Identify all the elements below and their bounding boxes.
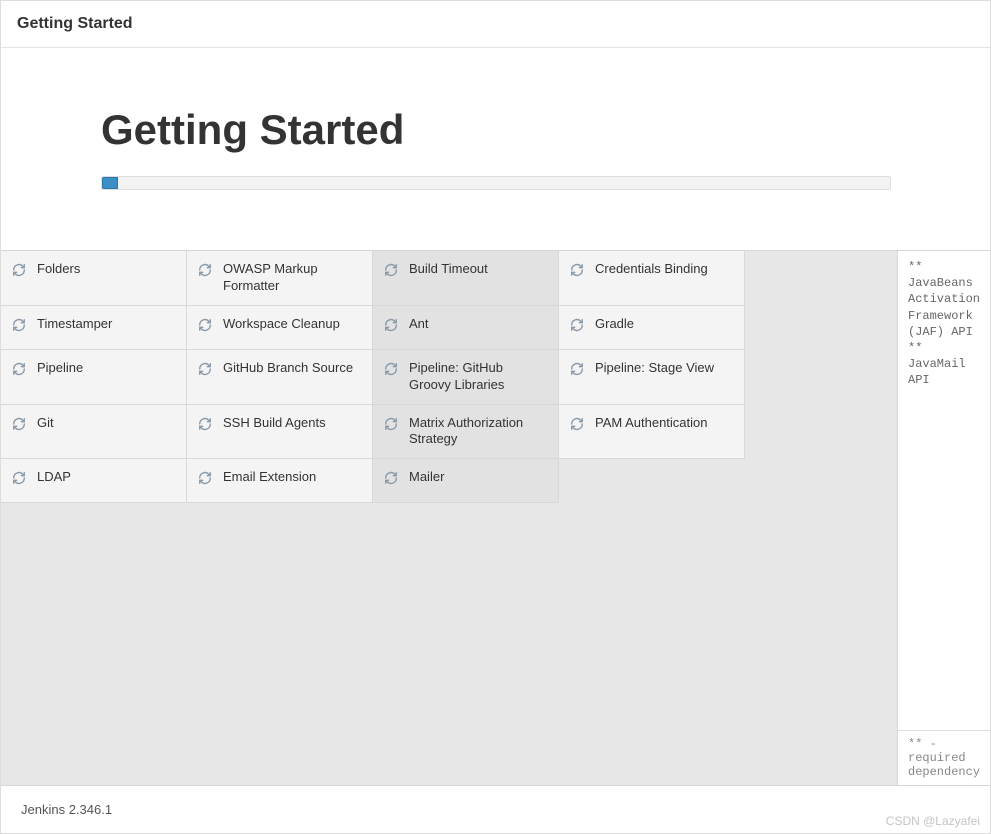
refresh-icon xyxy=(11,470,27,486)
plugin-cell: Pipeline: Stage View xyxy=(559,350,745,405)
refresh-icon xyxy=(383,361,399,377)
plugin-name: Git xyxy=(37,415,54,432)
plugin-cell: Pipeline xyxy=(1,350,187,405)
refresh-icon xyxy=(11,361,27,377)
plugin-name: Pipeline: GitHub Groovy Libraries xyxy=(409,360,548,394)
plugin-cell: Mailer xyxy=(373,459,559,503)
plugin-name: OWASP Markup Formatter xyxy=(223,261,362,295)
plugin-name: Workspace Cleanup xyxy=(223,316,340,333)
header-area: Getting Started xyxy=(1,48,990,251)
plugin-name: Credentials Binding xyxy=(595,261,708,278)
refresh-icon xyxy=(383,416,399,432)
plugin-name: GitHub Branch Source xyxy=(223,360,353,377)
plugin-name: Pipeline: Stage View xyxy=(595,360,714,377)
plugin-cell: PAM Authentication xyxy=(559,405,745,460)
footer-version: Jenkins 2.346.1 xyxy=(1,786,990,833)
plugin-cell: GitHub Branch Source xyxy=(187,350,373,405)
refresh-icon xyxy=(197,361,213,377)
plugin-cell: Build Timeout xyxy=(373,251,559,306)
plugin-name: PAM Authentication xyxy=(595,415,708,432)
plugin-name: LDAP xyxy=(37,469,71,486)
refresh-icon xyxy=(197,470,213,486)
plugin-name: Folders xyxy=(37,261,80,278)
refresh-icon xyxy=(197,262,213,278)
refresh-icon xyxy=(569,416,585,432)
plugin-name: Email Extension xyxy=(223,469,316,486)
page-title: Getting Started xyxy=(101,106,890,154)
plugin-name: Ant xyxy=(409,316,429,333)
refresh-icon xyxy=(197,317,213,333)
window-title: Getting Started xyxy=(1,1,990,48)
plugin-cell: SSH Build Agents xyxy=(187,405,373,460)
plugin-name: Gradle xyxy=(595,316,634,333)
plugin-name: Matrix Authorization Strategy xyxy=(409,415,548,449)
plugin-name: Pipeline xyxy=(37,360,83,377)
install-log: ** JavaBeans Activation Framework (JAF) … xyxy=(898,251,990,730)
refresh-icon xyxy=(569,317,585,333)
refresh-icon xyxy=(383,262,399,278)
plugin-cell: Git xyxy=(1,405,187,460)
plugin-name: Build Timeout xyxy=(409,261,488,278)
install-progress-fill xyxy=(102,177,118,189)
plugin-cell: Ant xyxy=(373,306,559,350)
install-log-panel: ** JavaBeans Activation Framework (JAF) … xyxy=(898,251,990,785)
refresh-icon xyxy=(11,262,27,278)
refresh-icon xyxy=(11,317,27,333)
plugin-cell: Gradle xyxy=(559,306,745,350)
plugin-cell: Folders xyxy=(1,251,187,306)
install-progress-bar xyxy=(101,176,891,190)
plugin-cell: Workspace Cleanup xyxy=(187,306,373,350)
plugin-cell: Credentials Binding xyxy=(559,251,745,306)
refresh-icon xyxy=(569,262,585,278)
refresh-icon xyxy=(197,416,213,432)
plugin-name: Timestamper xyxy=(37,316,112,333)
install-log-footnote: ** - required dependency xyxy=(898,730,990,785)
plugin-cell: Timestamper xyxy=(1,306,187,350)
plugin-cell: LDAP xyxy=(1,459,187,503)
plugin-cell: OWASP Markup Formatter xyxy=(187,251,373,306)
plugin-name: SSH Build Agents xyxy=(223,415,326,432)
plugin-cell: Matrix Authorization Strategy xyxy=(373,405,559,460)
refresh-icon xyxy=(569,361,585,377)
refresh-icon xyxy=(383,317,399,333)
plugin-cell: Email Extension xyxy=(187,459,373,503)
plugin-name: Mailer xyxy=(409,469,444,486)
refresh-icon xyxy=(11,416,27,432)
plugin-cell: Pipeline: GitHub Groovy Libraries xyxy=(373,350,559,405)
plugins-area: Folders OWASP Markup Formatter Build Tim… xyxy=(1,251,990,786)
refresh-icon xyxy=(383,470,399,486)
plugin-grid: Folders OWASP Markup Formatter Build Tim… xyxy=(1,251,898,785)
